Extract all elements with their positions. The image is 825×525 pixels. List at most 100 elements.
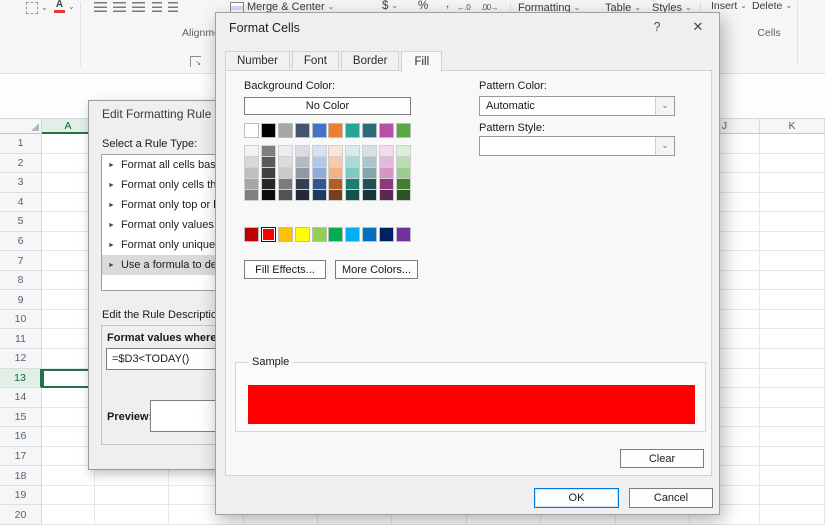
increase-indent-button[interactable] <box>168 2 178 12</box>
tab-font[interactable]: Font <box>292 51 339 72</box>
align-left-button[interactable] <box>94 2 107 12</box>
more-colors-button[interactable]: More Colors... <box>335 260 418 279</box>
grid-cell[interactable] <box>760 486 825 506</box>
percent-style-button[interactable]: % <box>418 0 428 12</box>
increase-decimal-button[interactable]: ←.0 <box>457 3 470 12</box>
row-header-1[interactable]: 1 <box>0 134 42 154</box>
row-header-14[interactable]: 14 <box>0 388 42 408</box>
decrease-indent-button[interactable] <box>152 2 162 12</box>
row-header-5[interactable]: 5 <box>0 212 42 232</box>
clear-button[interactable]: Clear <box>620 449 704 468</box>
color-swatch[interactable] <box>328 123 343 138</box>
grid-cell[interactable] <box>760 154 825 174</box>
color-swatch[interactable] <box>295 189 310 201</box>
grid-cell[interactable] <box>760 505 825 525</box>
color-swatch[interactable] <box>278 227 293 242</box>
color-swatch[interactable] <box>244 123 259 138</box>
color-swatch[interactable] <box>396 189 411 201</box>
color-swatch[interactable] <box>379 227 394 242</box>
grid-cell[interactable] <box>42 505 95 525</box>
row-header-13[interactable]: 13 <box>0 369 42 389</box>
grid-cell[interactable] <box>760 232 825 252</box>
grid-cell[interactable] <box>760 427 825 447</box>
grid-cell[interactable] <box>760 388 825 408</box>
row-header-3[interactable]: 3 <box>0 173 42 193</box>
ok-button[interactable]: OK <box>534 488 619 508</box>
align-right-button[interactable] <box>132 2 145 12</box>
delete-cells-button[interactable]: Delete ⌄ <box>752 0 792 12</box>
grid-cell[interactable] <box>42 486 95 506</box>
font-color-button[interactable]: A ⌄ <box>54 0 75 13</box>
comma-style-button[interactable]: , <box>446 0 449 10</box>
grid-cell[interactable] <box>760 212 825 232</box>
no-color-button[interactable]: No Color <box>244 97 411 115</box>
color-swatch[interactable] <box>312 227 327 242</box>
grid-cell[interactable] <box>760 349 825 369</box>
row-header-16[interactable]: 16 <box>0 427 42 447</box>
pattern-color-select[interactable]: Automatic ⌄ <box>479 96 675 116</box>
grid-cell[interactable] <box>760 251 825 271</box>
help-button[interactable]: ? <box>649 20 665 34</box>
grid-cell[interactable] <box>760 134 825 154</box>
row-header-19[interactable]: 19 <box>0 486 42 506</box>
color-swatch[interactable] <box>328 227 343 242</box>
decrease-decimal-button[interactable]: .00→ <box>481 3 498 12</box>
color-swatch[interactable] <box>295 227 310 242</box>
cancel-button[interactable]: Cancel <box>629 488 713 508</box>
color-swatch[interactable] <box>362 227 377 242</box>
color-swatch[interactable] <box>379 189 394 201</box>
color-swatch[interactable] <box>244 189 259 201</box>
color-swatch[interactable] <box>312 189 327 201</box>
grid-cell[interactable] <box>760 271 825 291</box>
row-header-12[interactable]: 12 <box>0 349 42 369</box>
combo-dropdown-button[interactable]: ⌄ <box>655 97 674 115</box>
row-header-9[interactable]: 9 <box>0 290 42 310</box>
color-swatch[interactable] <box>396 227 411 242</box>
color-swatch[interactable] <box>379 123 394 138</box>
tab-fill[interactable]: Fill <box>401 51 442 73</box>
row-header-2[interactable]: 2 <box>0 154 42 174</box>
color-swatch[interactable] <box>278 189 293 201</box>
row-header-10[interactable]: 10 <box>0 310 42 330</box>
tab-number[interactable]: Number <box>225 51 290 72</box>
grid-cell[interactable] <box>95 486 169 506</box>
row-header-18[interactable]: 18 <box>0 466 42 486</box>
combo-dropdown-button[interactable]: ⌄ <box>655 137 674 155</box>
color-swatch[interactable] <box>261 189 276 201</box>
row-header-7[interactable]: 7 <box>0 251 42 271</box>
color-swatch[interactable] <box>396 123 411 138</box>
align-center-button[interactable] <box>113 2 126 12</box>
grid-cell[interactable] <box>760 447 825 467</box>
grid-cell[interactable] <box>95 505 169 525</box>
accounting-format-button[interactable]: $ ⌄ <box>382 0 398 12</box>
row-header-8[interactable]: 8 <box>0 271 42 291</box>
insert-cells-button[interactable]: Insert ⌄ <box>711 0 747 12</box>
grid-cell[interactable] <box>760 466 825 486</box>
grid-cell[interactable] <box>760 290 825 310</box>
grid-cell[interactable] <box>760 193 825 213</box>
column-header-k[interactable]: K <box>760 119 825 134</box>
row-header-15[interactable]: 15 <box>0 408 42 428</box>
color-swatch[interactable] <box>328 189 343 201</box>
grid-cell[interactable] <box>760 329 825 349</box>
pattern-style-select[interactable]: ⌄ <box>479 136 675 156</box>
color-swatch[interactable] <box>278 123 293 138</box>
fill-effects-button[interactable]: Fill Effects... <box>244 260 326 279</box>
color-swatch[interactable] <box>362 189 377 201</box>
grid-cell[interactable] <box>760 310 825 330</box>
row-header-4[interactable]: 4 <box>0 193 42 213</box>
color-swatch[interactable] <box>244 227 259 242</box>
color-swatch[interactable] <box>295 123 310 138</box>
close-icon[interactable]: ✕ <box>689 19 707 35</box>
grid-cell[interactable] <box>760 369 825 389</box>
grid-cell[interactable] <box>760 408 825 428</box>
grid-cell[interactable] <box>760 173 825 193</box>
color-swatch[interactable] <box>261 227 276 242</box>
select-all-corner[interactable] <box>0 119 42 134</box>
color-swatch[interactable] <box>345 227 360 242</box>
color-swatch[interactable] <box>261 123 276 138</box>
row-header-6[interactable]: 6 <box>0 232 42 252</box>
color-swatch[interactable] <box>345 123 360 138</box>
row-header-11[interactable]: 11 <box>0 329 42 349</box>
dialog-launcher-icon[interactable]: ↘ <box>190 56 201 67</box>
